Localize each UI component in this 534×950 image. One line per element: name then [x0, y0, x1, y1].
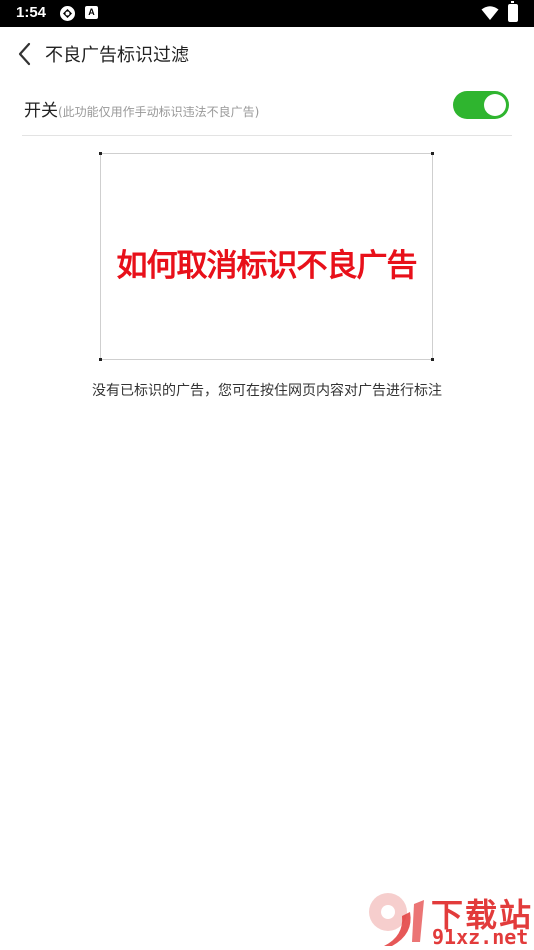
status-time: 1:54 — [16, 4, 47, 21]
banner-corner — [431, 358, 434, 361]
header: 不良广告标识过滤 — [0, 27, 534, 81]
empty-state-message: 没有已标识的广告，您可在按住网页内容对广告进行标注 — [92, 383, 442, 399]
app-notification-badge: A — [88, 7, 95, 17]
site-watermark: 下载站 91xz.net — [364, 890, 534, 949]
tutorial-banner-image: 如何取消标识不良广告 — [99, 152, 434, 361]
banner-corner — [431, 152, 434, 155]
filter-switch-label: 开关(此功能仅用作手动标识违法不良广告) — [24, 96, 259, 121]
sync-status-icon — [60, 6, 75, 21]
switch-label-text: 开关 — [24, 101, 58, 121]
battery-icon — [508, 1, 518, 22]
switch-note-text: (此功能仅用作手动标识违法不良广告) — [58, 105, 260, 119]
banner-corner — [99, 358, 102, 361]
wifi-icon — [481, 6, 499, 20]
banner-corner — [99, 152, 102, 155]
watermark-domain: 91xz.net — [432, 925, 529, 949]
filter-toggle[interactable] — [453, 91, 509, 119]
watermark-logo-icon — [369, 893, 424, 946]
filter-switch-row: 开关(此功能仅用作手动标识违法不良广告) — [22, 81, 512, 136]
app-notification-icon: A — [85, 6, 98, 19]
page-title: 不良广告标识过滤 — [45, 45, 189, 66]
toggle-knob — [484, 94, 506, 116]
status-bar: 1:54 A — [0, 0, 534, 27]
back-icon[interactable] — [12, 39, 38, 69]
banner-text: 如何取消标识不良广告 — [116, 248, 418, 284]
